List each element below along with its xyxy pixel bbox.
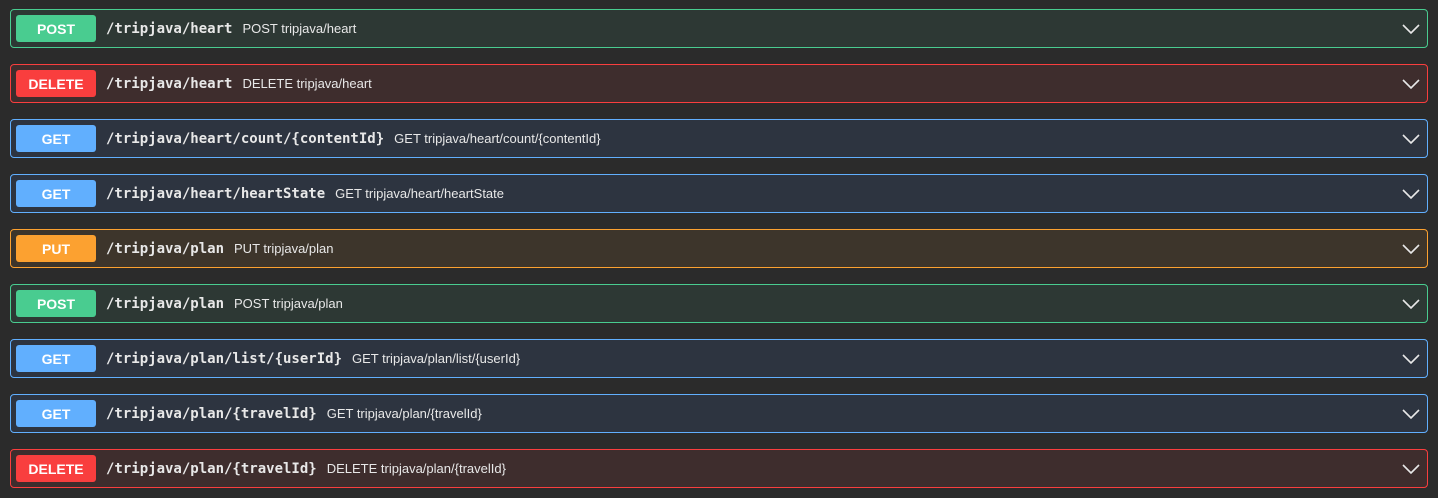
method-badge: GET — [16, 180, 96, 207]
operation-path: /tripjava/heart — [106, 20, 233, 37]
method-badge: DELETE — [16, 70, 96, 97]
operation-summary: GET tripjava/heart/heartState — [335, 186, 505, 201]
method-badge: POST — [16, 15, 96, 42]
operation-row-put[interactable]: PUT /tripjava/plan PUT tripjava/plan — [10, 229, 1428, 268]
method-badge: POST — [16, 290, 96, 317]
operation-path: /tripjava/heart/heartState — [106, 185, 326, 202]
chevron-down-icon[interactable] — [1401, 239, 1421, 259]
method-badge: GET — [16, 400, 96, 427]
operation-path: /tripjava/heart — [106, 75, 233, 92]
chevron-down-icon[interactable] — [1401, 404, 1421, 424]
operation-summary: DELETE tripjava/heart — [242, 76, 372, 91]
method-badge: DELETE — [16, 455, 96, 482]
chevron-down-icon[interactable] — [1401, 129, 1421, 149]
method-badge: GET — [16, 345, 96, 372]
operation-row-delete[interactable]: DELETE /tripjava/heart DELETE tripjava/h… — [10, 64, 1428, 103]
operation-path: /tripjava/plan/{travelId} — [106, 405, 317, 422]
operation-summary: GET tripjava/plan/list/{userId} — [352, 351, 521, 366]
chevron-down-icon[interactable] — [1401, 459, 1421, 479]
operation-summary: DELETE tripjava/plan/{travelId} — [326, 461, 506, 476]
operation-row-post[interactable]: POST /tripjava/plan POST tripjava/plan — [10, 284, 1428, 323]
operation-summary: PUT tripjava/plan — [234, 241, 334, 256]
method-badge: PUT — [16, 235, 96, 262]
operation-path: /tripjava/plan/{travelId} — [106, 460, 317, 477]
operation-path: /tripjava/plan — [106, 295, 225, 312]
chevron-down-icon[interactable] — [1401, 74, 1421, 94]
operation-row-delete[interactable]: DELETE /tripjava/plan/{travelId} DELETE … — [10, 449, 1428, 488]
operation-summary: POST tripjava/plan — [234, 296, 343, 311]
operation-path: /tripjava/plan — [106, 240, 225, 257]
operations-list: POST /tripjava/heart POST tripjava/heart… — [0, 0, 1438, 498]
operation-row-post[interactable]: POST /tripjava/heart POST tripjava/heart — [10, 9, 1428, 48]
operation-summary: GET tripjava/plan/{travelId} — [326, 406, 482, 421]
operation-row-get[interactable]: GET /tripjava/plan/list/{userId} GET tri… — [10, 339, 1428, 378]
chevron-down-icon[interactable] — [1401, 19, 1421, 39]
method-badge: GET — [16, 125, 96, 152]
operation-row-get[interactable]: GET /tripjava/heart/count/{contentId} GE… — [10, 119, 1428, 158]
chevron-down-icon[interactable] — [1401, 184, 1421, 204]
operation-row-get[interactable]: GET /tripjava/heart/heartState GET tripj… — [10, 174, 1428, 213]
operation-path: /tripjava/heart/count/{contentId} — [106, 130, 385, 147]
operation-summary: POST tripjava/heart — [242, 21, 357, 36]
operation-summary: GET tripjava/heart/count/{contentId} — [394, 131, 601, 146]
chevron-down-icon[interactable] — [1401, 294, 1421, 314]
chevron-down-icon[interactable] — [1401, 349, 1421, 369]
operation-path: /tripjava/plan/list/{userId} — [106, 350, 343, 367]
operation-row-get[interactable]: GET /tripjava/plan/{travelId} GET tripja… — [10, 394, 1428, 433]
